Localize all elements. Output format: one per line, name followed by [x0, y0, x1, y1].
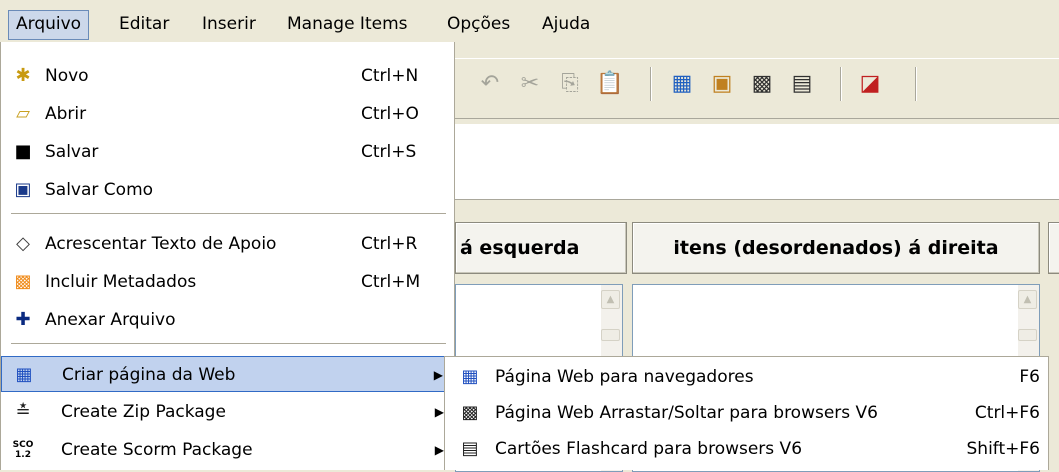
menu-item-label: Criar página da Web: [62, 365, 236, 385]
flashcard-icon: ▤: [461, 438, 479, 459]
submenu-item-shortcut: Ctrl+F6: [974, 403, 1040, 423]
menu-item-shortcut: Ctrl+O: [361, 104, 419, 124]
save-disk-icon: ■: [14, 141, 32, 162]
submenu-item-label: Página Web Arrastar/Soltar para browsers…: [495, 403, 878, 423]
copy-icon[interactable]: ⎘: [555, 69, 585, 99]
extra-header[interactable]: [1048, 222, 1059, 274]
menu-inserir[interactable]: Inserir: [195, 10, 263, 38]
eraser-icon: ◇: [16, 233, 30, 254]
metadata-icon: ▩: [14, 271, 32, 292]
plus-icon: ✚: [15, 309, 31, 330]
scroll-down-icon[interactable]: [1018, 329, 1037, 341]
new-file-icon: ✱: [15, 65, 31, 86]
menu-item-label: Salvar Como: [45, 180, 154, 200]
menubar: Arquivo Editar Inserir Manage Items Opçõ…: [0, 0, 1059, 42]
menu-item-anexar-arquivo[interactable]: ✚ Anexar Arquivo: [1, 302, 454, 338]
undo-icon[interactable]: ↶: [475, 69, 505, 99]
menu-item-label: Create Scorm Package: [61, 440, 253, 460]
menu-item-create-zip[interactable]: ≛ Create Zip Package ▶: [1, 394, 454, 430]
open-folder-icon: ▱: [16, 103, 30, 124]
flashcard-toolbar-icon[interactable]: ▤: [787, 69, 817, 99]
menu-item-label: Acrescentar Texto de Apoio: [45, 234, 277, 254]
submenu-arrow-icon: ▶: [433, 368, 443, 382]
submenu-arrow-icon: ▶: [434, 405, 444, 419]
paste-icon[interactable]: 📋: [595, 69, 625, 99]
submenu-item-shortcut: Shift+F6: [966, 439, 1040, 459]
menu-opcoes[interactable]: Opções: [440, 10, 517, 38]
menu-item-shortcut: Ctrl+N: [361, 66, 419, 86]
menu-separator: [11, 343, 446, 344]
submenu-item-label: Cartões Flashcard para browsers V6: [495, 439, 803, 459]
menu-item-label: Anexar Arquivo: [45, 310, 176, 330]
options-toolbar-icon[interactable]: ◪: [855, 69, 885, 99]
menu-ajuda[interactable]: Ajuda: [535, 10, 597, 38]
submenu-item-pagina-web[interactable]: ▦ Página Web para navegadores F6: [445, 359, 1048, 395]
menu-item-salvar[interactable]: ■ Salvar Ctrl+S: [1, 134, 454, 170]
web-browser-icon: ▦: [461, 366, 479, 387]
drag-drop-toolbar-icon[interactable]: ▩: [747, 69, 777, 99]
menu-editar[interactable]: Editar: [112, 10, 176, 38]
toolbar-separator: [840, 67, 842, 101]
menu-item-label: Novo: [45, 66, 89, 86]
submenu-item-arrastar-soltar[interactable]: ▩ Página Web Arrastar/Soltar para browse…: [445, 395, 1048, 431]
scroll-up-icon[interactable]: ▲: [601, 290, 620, 309]
toolbar: ↶ ✂ ⎘ 📋 ▦ ▣ ▩ ▤ ◪: [455, 58, 1059, 111]
menu-item-label: Salvar: [45, 142, 99, 162]
toolbar-separator: [915, 67, 917, 101]
menu-item-shortcut: Ctrl+S: [361, 142, 417, 162]
submenu-item-label: Página Web para navegadores: [495, 367, 754, 387]
menu-item-acrescentar-texto[interactable]: ◇ Acrescentar Texto de Apoio Ctrl+R: [1, 226, 454, 262]
web-page-icon: ▦: [15, 364, 33, 385]
menu-item-novo[interactable]: ✱ Novo Ctrl+N: [1, 58, 454, 94]
file-menu: ✱ Novo Ctrl+N ▱ Abrir Ctrl+O ■ Salvar Ct…: [0, 42, 455, 470]
scroll-up-icon[interactable]: ▲: [1018, 290, 1037, 309]
toolbar-separator: [650, 67, 652, 101]
menu-arquivo[interactable]: Arquivo: [8, 10, 90, 40]
menu-item-shortcut: Ctrl+M: [361, 272, 421, 292]
menu-item-label: Abrir: [45, 104, 87, 124]
export-toolbar-icon[interactable]: ▣: [707, 69, 737, 99]
web-page-submenu: ▦ Página Web para navegadores F6 ▩ Págin…: [444, 356, 1049, 470]
submenu-item-shortcut: F6: [1019, 367, 1040, 387]
menu-item-create-scorm[interactable]: SCO 1.2 Create Scorm Package ▶: [1, 432, 454, 468]
scorm-icon: SCO 1.2: [12, 440, 34, 460]
submenu-arrow-icon: ▶: [434, 443, 444, 457]
web-page-toolbar-icon[interactable]: ▦: [667, 69, 697, 99]
menu-item-label: Create Zip Package: [61, 402, 226, 422]
submenu-item-flashcard[interactable]: ▤ Cartões Flashcard para browsers V6 Shi…: [445, 431, 1048, 467]
cut-icon[interactable]: ✂: [515, 69, 545, 99]
save-as-icon: ▣: [14, 179, 32, 200]
right-items-header[interactable]: itens (desordenados) á direita: [632, 222, 1040, 274]
menu-item-abrir[interactable]: ▱ Abrir Ctrl+O: [1, 96, 454, 132]
left-items-header[interactable]: á esquerda: [455, 222, 627, 274]
menu-separator: [11, 213, 446, 214]
drag-drop-icon: ▩: [461, 402, 479, 423]
menu-manage-items[interactable]: Manage Items: [280, 10, 415, 38]
menu-item-salvar-como[interactable]: ▣ Salvar Como: [1, 172, 454, 208]
menu-item-incluir-metadados[interactable]: ▩ Incluir Metadados Ctrl+M: [1, 264, 454, 300]
menu-item-shortcut: Ctrl+R: [361, 234, 418, 254]
title-panel: [455, 124, 1059, 200]
menu-item-criar-pagina-web[interactable]: ▦ Criar página da Web ▶: [1, 356, 454, 392]
menu-item-label: Incluir Metadados: [45, 272, 197, 292]
scroll-down-icon[interactable]: [601, 329, 620, 341]
zip-icon: ≛: [15, 401, 31, 422]
